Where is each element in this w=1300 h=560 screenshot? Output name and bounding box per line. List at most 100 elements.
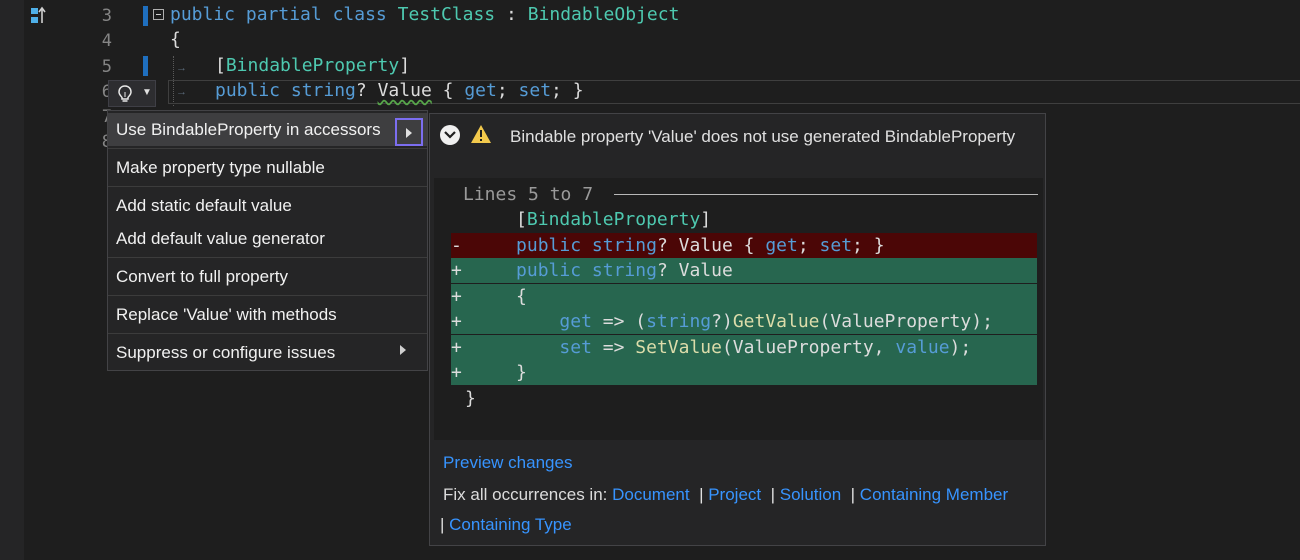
open-brace: { — [170, 29, 181, 50]
menu-item-use-bindableproperty[interactable]: Use BindableProperty in accessors — [108, 113, 427, 146]
context-line: [BindableProperty] — [451, 207, 1037, 232]
editor-left-margin — [0, 0, 24, 560]
diff-prefix: + — [451, 285, 473, 307]
scope-separator: | — [850, 485, 856, 504]
code-token: } — [465, 387, 476, 409]
code-token: (ValueProperty, — [721, 336, 896, 358]
code-preview: Lines 5 to 7 [BindableProperty] - public … — [434, 178, 1043, 440]
menu-separator — [108, 257, 427, 258]
menu-item-label: Make property type nullable — [116, 158, 325, 177]
preview-panel: Bindable property 'Value' does not use g… — [429, 113, 1046, 546]
whitespace-tab-icon: → — [176, 62, 187, 74]
scope-containing-member-link[interactable]: Containing Member — [860, 485, 1008, 504]
fix-all-occurrences: Fix all occurrences in: Document | Proje… — [443, 482, 1043, 507]
code-token: ); — [949, 336, 972, 358]
preview-changes-link[interactable]: Preview changes — [443, 450, 572, 475]
code-token: string — [646, 311, 712, 332]
diff-prefix: + — [451, 362, 473, 383]
preview-header: Lines 5 to 7 — [463, 184, 594, 205]
preview-header-rule — [614, 194, 1038, 195]
code-token: GetValue — [732, 311, 820, 332]
quick-actions-menu: Use BindableProperty in accessors Make p… — [107, 110, 428, 371]
attr-open: [ — [215, 55, 226, 76]
code-lens-references-icon[interactable] — [30, 6, 48, 26]
menu-item-convert-full-property[interactable]: Convert to full property — [108, 260, 427, 293]
code-token: ? Value — [656, 260, 733, 281]
menu-item-label: Use BindableProperty in accessors — [116, 120, 381, 139]
property-name: Value — [377, 80, 432, 101]
code-token: get — [559, 311, 592, 332]
menu-separator — [108, 295, 427, 296]
menu-item-suppress-configure[interactable]: Suppress or configure issues — [108, 336, 427, 369]
chevron-down-icon: ▼ — [142, 87, 152, 98]
added-line: + } — [451, 360, 1037, 385]
code-line-6[interactable]: public string? Value { get; set; } — [215, 81, 584, 101]
change-marker — [143, 56, 148, 76]
colon: : — [506, 4, 517, 25]
scope-solution-link[interactable]: Solution — [780, 485, 841, 504]
menu-item-label: Replace 'Value' with methods — [116, 305, 337, 324]
added-line: + { — [451, 283, 1037, 309]
kw-get: get — [464, 80, 497, 101]
code-token: { — [516, 285, 527, 307]
collapse-region-icon[interactable] — [153, 9, 164, 20]
code-line-3[interactable]: public partial class TestClass : Bindabl… — [170, 5, 679, 25]
attr-close: ] — [399, 55, 411, 76]
kw-set: set — [518, 80, 552, 101]
menu-separator — [108, 333, 427, 334]
scope-separator: | — [699, 485, 704, 504]
code-token: => — [591, 336, 636, 358]
code-token: ; } — [852, 234, 885, 256]
menu-item-add-static-default[interactable]: Add static default value — [108, 189, 427, 222]
scope-separator: | — [770, 485, 776, 504]
menu-item-replace-with-methods[interactable]: Replace 'Value' with methods — [108, 298, 427, 331]
submenu-arrow-button[interactable] — [395, 118, 423, 146]
accessor-open: { — [442, 80, 454, 101]
quick-actions-button[interactable]: ▼ — [108, 80, 156, 107]
kw-partial: partial — [245, 4, 322, 25]
code-line-5[interactable]: [BindableProperty] — [215, 56, 410, 76]
line-number-5: 5 — [101, 57, 112, 77]
diff-prefix: + — [451, 336, 473, 358]
code-token: set — [819, 234, 853, 256]
code-token: ?) — [711, 311, 733, 332]
removed-line: - public string? Value { get; set; } — [451, 232, 1037, 258]
menu-item-label: Add default value generator — [116, 229, 325, 248]
diff-prefix — [451, 209, 473, 230]
menu-item-add-default-generator[interactable]: Add default value generator — [108, 222, 427, 255]
accessor-close: } — [572, 80, 584, 101]
menu-item-label: Convert to full property — [116, 267, 288, 286]
code-token: string — [591, 234, 657, 256]
added-line: + get => (string?)GetValue(ValueProperty… — [451, 309, 1037, 334]
code-token: SetValue — [635, 336, 722, 358]
class-name: TestClass — [397, 4, 496, 25]
code-token: ] — [700, 209, 712, 230]
kw-string: string — [290, 80, 356, 101]
kw-public: public — [170, 4, 236, 25]
scope-containing-type-link[interactable]: Containing Type — [449, 515, 572, 534]
attr-name: BindableProperty — [225, 55, 400, 76]
kw-class: class — [332, 4, 387, 25]
scope-project-link[interactable]: Project — [708, 485, 761, 504]
code-token: BindableProperty — [526, 209, 701, 230]
menu-separator — [108, 148, 427, 149]
added-line: + public string? Value — [451, 258, 1037, 283]
base-type: BindableObject — [527, 4, 680, 25]
code-line-4[interactable]: { — [170, 30, 181, 50]
added-line: + set => SetValue(ValueProperty, value); — [451, 334, 1037, 360]
code-token: value — [895, 336, 950, 358]
scope-document-link[interactable]: Document — [612, 485, 689, 504]
semicolon: ; — [496, 80, 508, 101]
code-token: get — [765, 234, 798, 256]
menu-item-make-nullable[interactable]: Make property type nullable — [108, 151, 427, 184]
code-token: public — [516, 260, 582, 281]
fix-all-label: Fix all occurrences in: — [443, 485, 608, 504]
